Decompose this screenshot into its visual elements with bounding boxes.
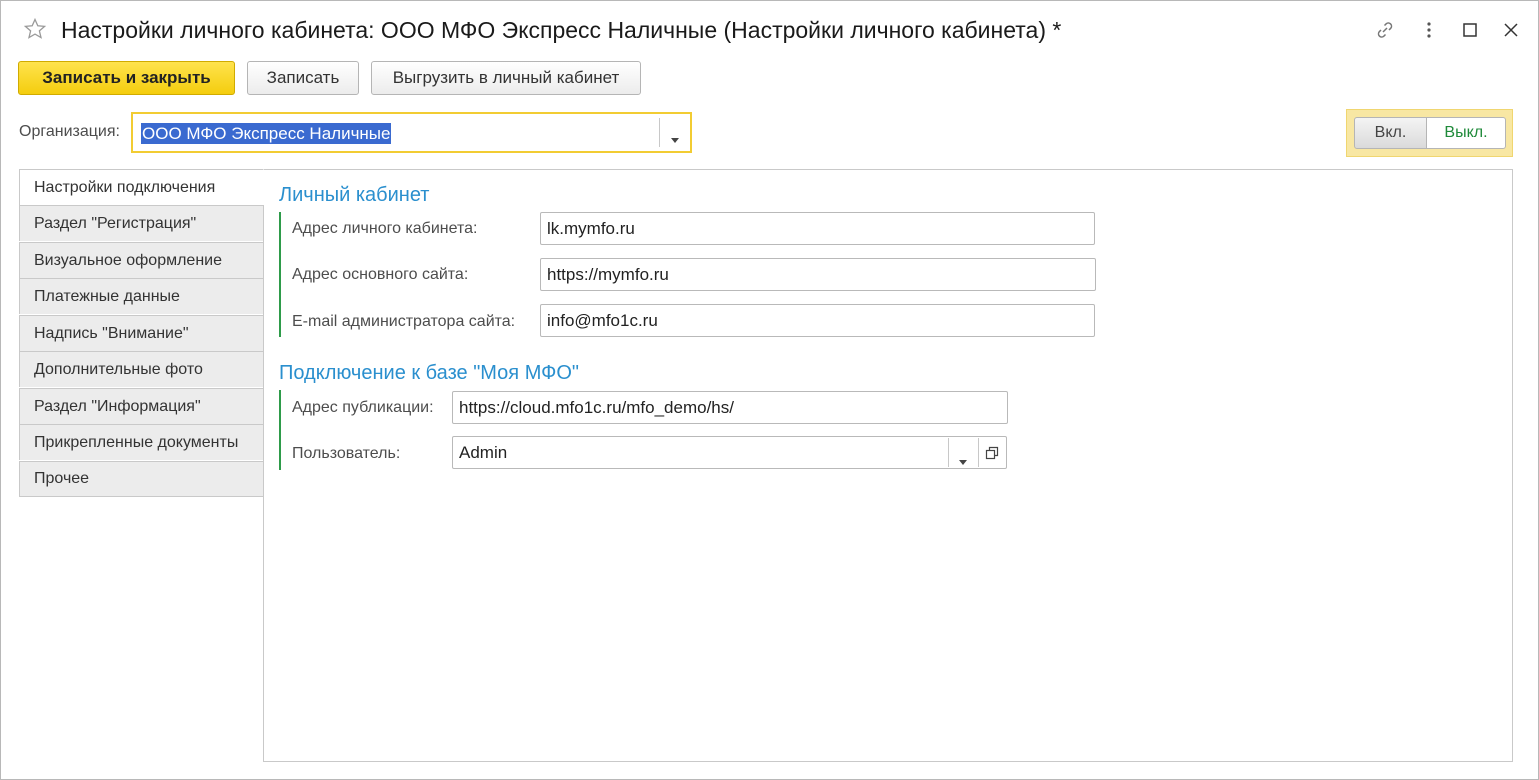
tab-other[interactable]: Прочее [19, 461, 264, 497]
close-icon[interactable] [1499, 18, 1523, 42]
tab-attached-documents[interactable]: Прикрепленные документы [19, 424, 264, 460]
save-and-close-button[interactable]: Записать и закрыть [18, 61, 235, 95]
publication-address-input[interactable]: https://cloud.mfo1c.ru/mfo_demo/hs/ [452, 391, 1008, 424]
field-divider [948, 438, 949, 467]
maximize-icon[interactable] [1458, 18, 1482, 42]
tab-information[interactable]: Раздел "Информация" [19, 388, 264, 424]
connection-section-title: Подключение к базе "Моя МФО" [279, 362, 579, 384]
user-label: Пользователь: [292, 445, 401, 462]
cabinet-section-title: Личный кабинет [279, 184, 430, 206]
main-site-label: Адрес основного сайта: [292, 266, 469, 283]
more-menu-icon[interactable] [1417, 18, 1441, 42]
tab-panel: Личный кабинет Адрес личного кабинета: l… [263, 169, 1513, 762]
main-site-input[interactable]: https://mymfo.ru [540, 258, 1096, 291]
admin-email-label: E-mail администратора сайта: [292, 313, 516, 330]
open-item-icon[interactable] [985, 445, 999, 465]
field-divider [659, 118, 660, 147]
toggle-on-button[interactable]: Вкл. [1354, 117, 1427, 149]
publication-address-label: Адрес публикации: [292, 399, 434, 416]
cabinet-group-bar [279, 212, 281, 337]
enabled-toggle: Вкл. Выкл. [1346, 109, 1513, 157]
field-divider [978, 438, 979, 467]
link-icon[interactable] [1373, 18, 1397, 42]
organization-label: Организация: [19, 123, 120, 140]
tab-payment-data[interactable]: Платежные данные [19, 278, 264, 314]
dropdown-arrow-icon[interactable] [671, 130, 679, 148]
tab-registration[interactable]: Раздел "Регистрация" [19, 205, 264, 241]
admin-email-input[interactable]: info@mfo1c.ru [540, 304, 1095, 337]
organization-select[interactable]: ООО МФО Экспресс Наличные [131, 112, 692, 153]
tab-connection-settings[interactable]: Настройки подключения [19, 169, 264, 205]
window: Настройки личного кабинета: ООО МФО Эксп… [0, 0, 1539, 780]
save-button[interactable]: Записать [247, 61, 359, 95]
window-title: Настройки личного кабинета: ООО МФО Эксп… [61, 17, 1062, 43]
user-value: Admin [459, 442, 508, 462]
user-select[interactable]: Admin [452, 436, 1007, 469]
cabinet-address-input[interactable]: lk.mymfo.ru [540, 212, 1095, 245]
connection-group-bar [279, 390, 281, 470]
tab-additional-photos[interactable]: Дополнительные фото [19, 351, 264, 387]
tab-attention-caption[interactable]: Надпись "Внимание" [19, 315, 264, 351]
cabinet-address-label: Адрес личного кабинета: [292, 220, 478, 237]
export-to-cabinet-button[interactable]: Выгрузить в личный кабинет [371, 61, 641, 95]
toggle-off-button[interactable]: Выкл. [1427, 117, 1506, 149]
tab-visual-design[interactable]: Визуальное оформление [19, 242, 264, 278]
favorite-star-icon[interactable] [23, 17, 47, 41]
organization-value[interactable]: ООО МФО Экспресс Наличные [141, 123, 392, 144]
dropdown-arrow-icon[interactable] [959, 450, 967, 470]
